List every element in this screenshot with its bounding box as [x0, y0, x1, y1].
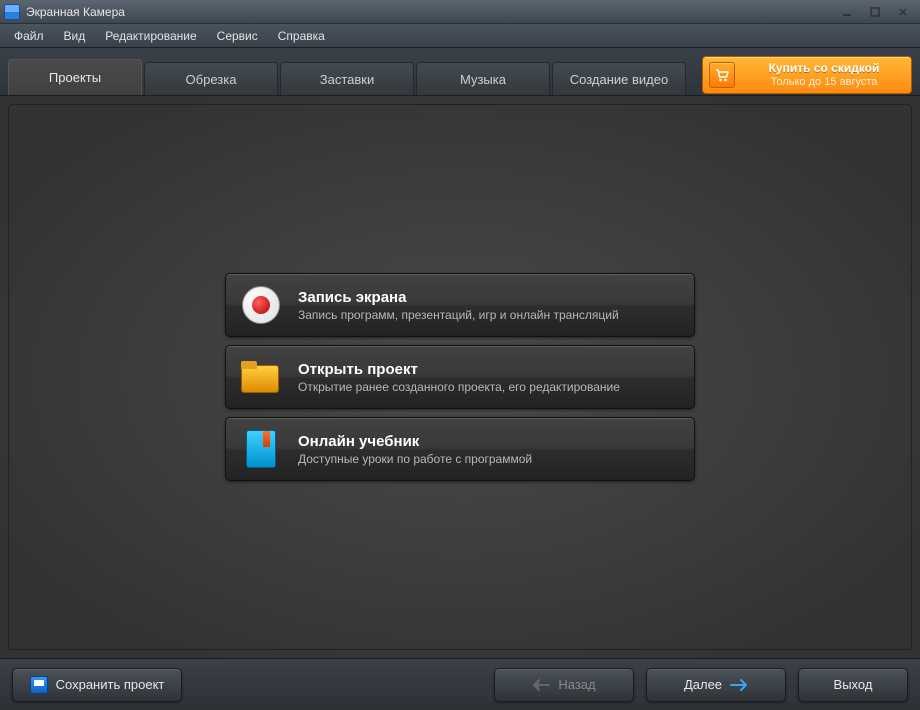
menu-edit[interactable]: Редактирование [95, 26, 206, 46]
tab-projects-label: Проекты [49, 70, 101, 85]
menu-view[interactable]: Вид [54, 26, 96, 46]
app-icon [4, 4, 20, 20]
menu-file[interactable]: Файл [4, 26, 54, 46]
book-icon [240, 428, 282, 470]
menu-service[interactable]: Сервис [207, 26, 268, 46]
back-button[interactable]: Назад [494, 668, 634, 702]
content-area: Запись экрана Запись программ, презентац… [0, 96, 920, 658]
save-project-label: Сохранить проект [56, 677, 165, 692]
titlebar: Экранная Камера [0, 0, 920, 24]
next-button[interactable]: Далее [646, 668, 786, 702]
tab-trim[interactable]: Обрезка [144, 62, 278, 95]
action-tutorial-desc: Доступные уроки по работе с программой [298, 452, 532, 466]
action-record-title: Запись экрана [298, 289, 619, 306]
maximize-button[interactable] [862, 4, 888, 20]
tab-music[interactable]: Музыка [416, 62, 550, 95]
back-label: Назад [558, 677, 595, 692]
cart-icon [709, 62, 735, 88]
minimize-button[interactable] [834, 4, 860, 20]
tab-trim-label: Обрезка [186, 72, 237, 87]
action-tutorial-title: Онлайн учебник [298, 433, 532, 450]
next-label: Далее [684, 677, 722, 692]
buy-main-label: Купить со скидкой [743, 62, 905, 76]
folder-icon [240, 356, 282, 398]
action-record-desc: Запись программ, презентаций, игр и онла… [298, 308, 619, 322]
tab-projects[interactable]: Проекты [8, 59, 142, 95]
action-open[interactable]: Открыть проект Открытие ранее созданного… [225, 345, 695, 409]
tabbar: Проекты Обрезка Заставки Музыка Создание… [0, 48, 920, 96]
exit-button[interactable]: Выход [798, 668, 908, 702]
tab-intros-label: Заставки [320, 72, 374, 87]
arrow-left-icon [532, 679, 550, 691]
action-open-texts: Открыть проект Открытие ранее созданного… [298, 361, 620, 394]
action-open-title: Открыть проект [298, 361, 620, 378]
exit-label: Выход [834, 677, 873, 692]
action-tutorial[interactable]: Онлайн учебник Доступные уроки по работе… [225, 417, 695, 481]
window-title: Экранная Камера [26, 5, 834, 19]
content-panel: Запись экрана Запись программ, презентац… [8, 104, 912, 650]
tab-create[interactable]: Создание видео [552, 62, 686, 95]
action-record-texts: Запись экрана Запись программ, презентац… [298, 289, 619, 322]
buy-button[interactable]: Купить со скидкой Только до 15 августа [702, 56, 912, 94]
tab-music-label: Музыка [460, 72, 506, 87]
menu-help[interactable]: Справка [268, 26, 335, 46]
buy-sub-label: Только до 15 августа [743, 76, 905, 89]
save-project-button[interactable]: Сохранить проект [12, 668, 182, 702]
bottombar: Сохранить проект Назад Далее Выход [0, 658, 920, 710]
record-icon [240, 284, 282, 326]
arrow-right-icon [730, 679, 748, 691]
tab-create-label: Создание видео [570, 72, 668, 87]
action-tutorial-texts: Онлайн учебник Доступные уроки по работе… [298, 433, 532, 466]
menubar: Файл Вид Редактирование Сервис Справка [0, 24, 920, 48]
close-button[interactable] [890, 4, 916, 20]
action-open-desc: Открытие ранее созданного проекта, его р… [298, 380, 620, 394]
window-controls [834, 4, 916, 20]
save-icon [30, 676, 48, 694]
action-record[interactable]: Запись экрана Запись программ, презентац… [225, 273, 695, 337]
buy-text: Купить со скидкой Только до 15 августа [743, 62, 905, 88]
tab-intros[interactable]: Заставки [280, 62, 414, 95]
